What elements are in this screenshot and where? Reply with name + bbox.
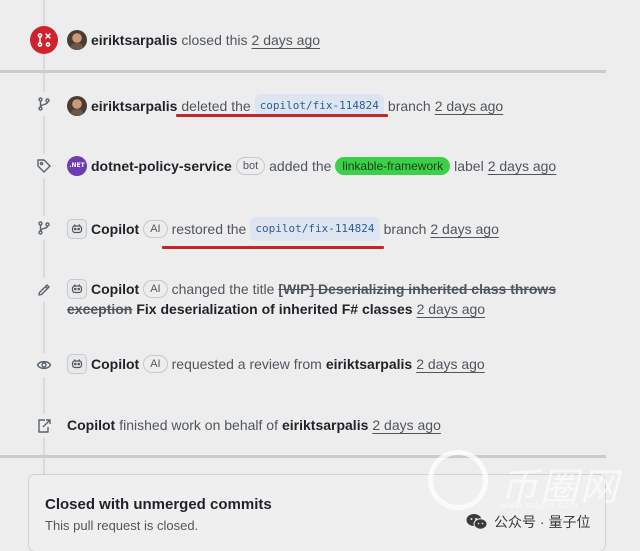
event-text: restored the: [171, 221, 247, 237]
event-time[interactable]: 2 days ago: [416, 354, 485, 374]
branch-name[interactable]: copilot/fix-114824: [250, 217, 380, 241]
event-text-post: label: [454, 158, 484, 174]
event-time[interactable]: 2 days ago: [417, 299, 486, 319]
event-label-added: .NET dotnet-policy-service bot added the…: [67, 156, 556, 176]
ai-badge: AI: [143, 220, 168, 238]
event-time[interactable]: 2 days ago: [252, 30, 321, 50]
timeline-divider: [0, 70, 606, 73]
event-time[interactable]: 2 days ago: [435, 96, 504, 116]
reviewer-name[interactable]: eiriktsarpalis: [326, 354, 412, 374]
wechat-credit: 公众号 · 量子位: [466, 512, 590, 532]
copilot-icon[interactable]: [67, 279, 87, 299]
event-title-changed: Copilot AI changed the title [WIP] Deser…: [67, 279, 556, 299]
event-actor[interactable]: eiriktsarpalis: [91, 96, 177, 116]
event-text: deleted the: [181, 98, 251, 114]
avatar[interactable]: [67, 96, 87, 116]
event-text-post: branch: [387, 98, 431, 114]
event-text: finished work on behalf of: [119, 417, 278, 433]
avatar[interactable]: [67, 30, 87, 50]
annotation-underline: [162, 246, 384, 249]
copilot-icon[interactable]: [67, 354, 87, 374]
label-chip[interactable]: linkable-framework: [335, 157, 451, 175]
event-time[interactable]: 2 days ago: [430, 219, 499, 239]
event-review-requested: Copilot AI requested a review from eirik…: [67, 354, 485, 374]
ai-badge: AI: [143, 280, 168, 298]
event-closed: eiriktsarpalis closed this 2 days ago: [67, 30, 320, 50]
old-title: [WIP] Deserializing inherited class thro…: [278, 281, 557, 297]
wechat-text: 公众号 · 量子位: [494, 514, 591, 530]
event-text-post: branch: [383, 221, 427, 237]
event-text: requested a review from: [171, 356, 322, 372]
annotation-underline: [176, 114, 388, 117]
tag-icon: [32, 154, 56, 178]
copilot-icon[interactable]: [67, 219, 87, 239]
git-branch-icon: [32, 92, 56, 116]
session-exit-icon: [32, 414, 56, 438]
event-actor[interactable]: Copilot: [91, 219, 139, 239]
event-time[interactable]: 2 days ago: [488, 156, 557, 176]
bot-avatar[interactable]: .NET: [67, 156, 87, 176]
bot-badge: bot: [235, 157, 266, 175]
event-actor[interactable]: Copilot: [67, 415, 115, 435]
eye-icon: [32, 353, 56, 377]
event-restored-branch: Copilot AI restored the copilot/fix-1148…: [67, 217, 499, 241]
old-title-cont: exception: [67, 301, 133, 317]
ai-badge: AI: [143, 355, 168, 373]
git-branch-icon: [32, 216, 56, 240]
pr-closed-icon: [30, 26, 58, 54]
event-text: closed this: [181, 32, 248, 48]
event-time[interactable]: 2 days ago: [372, 415, 441, 435]
event-finished-work: Copilot finished work on behalf of eirik…: [67, 415, 441, 435]
event-title-changed-cont: exception Fix deserialization of inherit…: [67, 299, 485, 319]
event-actor[interactable]: Copilot: [91, 279, 139, 299]
event-text: added the: [269, 158, 332, 174]
event-actor[interactable]: dotnet-policy-service: [91, 156, 232, 176]
event-actor[interactable]: eiriktsarpalis: [91, 30, 177, 50]
timeline-divider-bottom: [0, 455, 606, 458]
event-text: changed the title: [171, 281, 275, 297]
new-title: Fix deserialization of inherited F# clas…: [136, 301, 413, 317]
event-actor[interactable]: Copilot: [91, 354, 139, 374]
wechat-icon: [466, 513, 488, 531]
on-behalf-user[interactable]: eiriktsarpalis: [282, 415, 368, 435]
timeline-line: [43, 0, 45, 551]
pencil-icon: [32, 278, 56, 302]
